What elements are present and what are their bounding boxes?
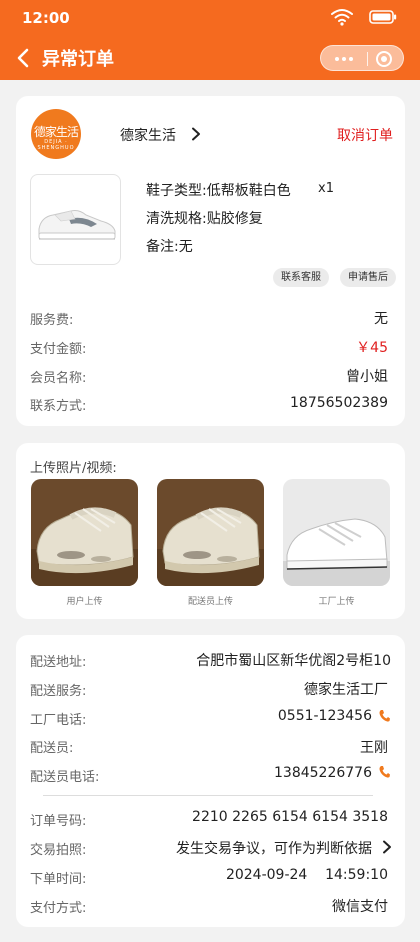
- delivery-address-label: 配送地址:: [30, 655, 87, 670]
- note-row: 备注:无: [146, 236, 193, 256]
- order-item-card: 德家生活 DEJIA · SHENGHUO 德家生活 取消订单 鞋子类型:低帮板…: [16, 96, 405, 426]
- logo-subtext: DEJIA · SHENGHUO: [37, 139, 75, 151]
- payment-amount-value: ￥45: [356, 340, 388, 356]
- courier-label: 配送员:: [30, 741, 74, 756]
- trade-photo-value[interactable]: 发生交易争议，可作为判断依据: [176, 838, 372, 858]
- more-options-icon[interactable]: [321, 46, 367, 72]
- section-divider: [43, 795, 373, 796]
- courier-value: 王刚: [360, 740, 388, 756]
- shoe-thumbnail[interactable]: [30, 174, 121, 265]
- note-label: 备注:: [146, 239, 179, 255]
- delivery-service-label: 配送服务:: [30, 684, 87, 699]
- service-fee-value: 无: [374, 311, 388, 327]
- dirty-sneaker-image: [31, 479, 138, 586]
- shoe-type-row: 鞋子类型:低帮板鞋白色: [146, 180, 291, 200]
- back-arrow-icon[interactable]: [14, 47, 34, 69]
- phone-icon[interactable]: [378, 709, 390, 723]
- user-upload-photo[interactable]: [31, 479, 138, 586]
- wash-spec-row: 清洗规格:贴胶修复: [146, 208, 263, 228]
- contact-info-label: 联系方式:: [30, 399, 87, 414]
- courier-phone-value: 13845226776: [274, 765, 372, 781]
- member-name-value: 曾小姐: [346, 369, 388, 385]
- shop-logo: 德家生活 DEJIA · SHENGHUO: [31, 109, 81, 159]
- clean-sneaker-image: [283, 479, 390, 586]
- payment-amount-label: 支付金额:: [30, 342, 87, 357]
- factory-phone-label: 工厂电话:: [30, 713, 87, 728]
- courier-upload-caption: 配送员上传: [187, 597, 233, 607]
- trade-photo-label: 交易拍照:: [30, 843, 87, 858]
- app-header: 12:00 异常订单: [0, 0, 420, 80]
- courier-phone-label: 配送员电话:: [30, 770, 100, 785]
- service-fee-label: 服务费:: [30, 313, 74, 328]
- cancel-order-button[interactable]: 取消订单: [337, 125, 393, 145]
- wash-spec-value: 贴胶修复: [206, 211, 263, 227]
- note-value: 无: [178, 239, 193, 255]
- courier-upload-photo[interactable]: [157, 479, 264, 586]
- delivery-address-value: 合肥市蜀山区新华优阁2号柜10: [196, 653, 391, 669]
- wifi-icon: [331, 9, 353, 26]
- payment-method-value: 微信支付: [332, 899, 388, 915]
- upload-media-card: 上传照片/视频: 用户上传 配送员上传 工厂上传: [16, 443, 405, 619]
- page-title: 异常订单: [42, 49, 114, 70]
- factory-upload-photo[interactable]: [283, 479, 390, 586]
- phone-icon[interactable]: [378, 765, 390, 779]
- order-number-value: 2210 2265 6154 6154 3518: [192, 809, 388, 825]
- factory-phone-value: 0551-123456: [277, 708, 372, 724]
- item-quantity: x1: [318, 181, 334, 196]
- close-miniprogram-icon[interactable]: [376, 51, 392, 67]
- factory-upload-caption: 工厂上传: [318, 597, 355, 607]
- battery-icon: [369, 10, 397, 24]
- miniprogram-capsule: [320, 45, 404, 71]
- chevron-right-icon[interactable]: [191, 127, 201, 141]
- delivery-service-value: 德家生活工厂: [304, 682, 388, 698]
- delivery-order-card: 配送地址: 合肥市蜀山区新华优阁2号柜10 配送服务: 德家生活工厂 工厂电话:…: [16, 635, 405, 927]
- after-sale-button[interactable]: 申请售后: [340, 268, 396, 287]
- payment-method-label: 支付方式:: [30, 901, 87, 916]
- sneaker-image: [38, 210, 116, 240]
- shop-name[interactable]: 德家生活: [120, 125, 176, 145]
- order-time-value: 2024-09-24 14:59:10: [225, 867, 388, 883]
- order-time-label: 下单时间:: [30, 872, 87, 887]
- upload-section-title: 上传照片/视频:: [30, 461, 117, 476]
- capsule-divider: [367, 52, 368, 66]
- wash-spec-label: 清洗规格:: [146, 211, 207, 227]
- contact-service-button[interactable]: 联系客服: [273, 268, 329, 287]
- contact-info-value: 18756502389: [290, 395, 388, 411]
- logo-text: 德家生活: [33, 125, 79, 139]
- order-number-label: 订单号码:: [30, 814, 87, 829]
- shoe-type-label: 鞋子类型:: [146, 183, 207, 199]
- status-time: 12:00: [22, 9, 70, 27]
- member-name-label: 会员名称:: [30, 371, 87, 386]
- user-upload-caption: 用户上传: [66, 597, 103, 607]
- chevron-right-icon[interactable]: [382, 840, 392, 854]
- dirty-sneaker-image: [157, 479, 264, 586]
- shoe-type-value: 低帮板鞋白色: [206, 183, 291, 199]
